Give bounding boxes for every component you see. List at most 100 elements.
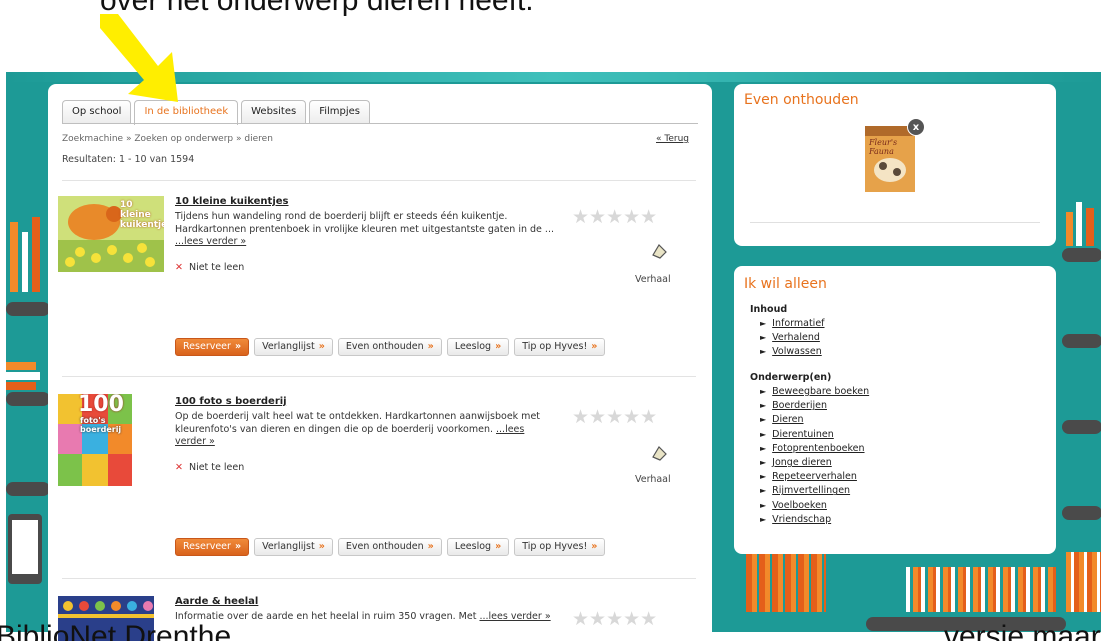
remember-button[interactable]: Even onthouden» [337, 538, 442, 556]
shelf [6, 482, 50, 496]
back-link[interactable]: « Terug [656, 134, 689, 144]
genre-label: Verhaal [635, 474, 671, 485]
wishlist-button[interactable]: Verlanglijst» [254, 338, 333, 356]
filter-item: ► Jonge dieren [760, 456, 869, 470]
filter-item: ► Voelboeken [760, 499, 869, 513]
remembered-book-thumbnail[interactable]: Fleur's Fauna [865, 126, 915, 192]
filter-list-inhoud: ► Informatief ► Verhalend ► Volwassen [760, 317, 825, 360]
filter-link-jonge-dieren[interactable]: Jonge dieren [772, 457, 832, 468]
filter-item: ► Dierentuinen [760, 428, 869, 442]
filter-link-vriendschap[interactable]: Vriendschap [772, 514, 831, 525]
readlog-button[interactable]: Leeslog» [446, 538, 510, 556]
book-spine [1066, 212, 1073, 246]
filter-link-dierentuinen[interactable]: Dierentuinen [772, 429, 834, 440]
item-description-text: Tijdens hun wandeling rond de boerderij … [175, 211, 554, 235]
filter-link-boerderijen[interactable]: Boerderijen [772, 400, 827, 411]
chevron-right-icon: ► [760, 333, 767, 343]
breadcrumb-separator: » [125, 134, 132, 144]
filter-panel: Ik wil alleen Inhoud ► Informatief ► Verha… [734, 266, 1056, 554]
remember-button[interactable]: Even onthouden» [337, 338, 442, 356]
filter-link-beweegbare-boeken[interactable]: Beweegbare boeken [772, 386, 869, 397]
filter-item: ► Boerderijen [760, 399, 869, 413]
filter-link-fotoprentenboeken[interactable]: Fotoprentenboeken [772, 443, 864, 454]
filter-link-informatief[interactable]: Informatief [772, 318, 824, 329]
breadcrumb-item-zoeken-op-onderwerp[interactable]: Zoeken op onderwerp [134, 134, 233, 144]
arrow-icon: » [427, 541, 434, 552]
rating-stars[interactable]: ★★★★★ [572, 406, 657, 428]
reserve-button[interactable]: Reserveer» [175, 338, 250, 356]
arrow-icon: » [234, 341, 242, 352]
read-more-link[interactable]: ...lees verder » [479, 611, 550, 622]
chevron-right-icon: ► [760, 500, 767, 510]
close-icon[interactable]: x [907, 118, 925, 136]
item-description: Informatie over de aarde en het heelal i… [175, 611, 555, 624]
arrow-icon: » [495, 541, 502, 552]
chevron-right-icon: ► [760, 514, 767, 524]
remember-label: Even onthouden [345, 541, 424, 552]
genre-label: Verhaal [635, 274, 671, 285]
tab-filmpjes[interactable]: Filmpjes [309, 100, 371, 124]
arrow-icon: » [318, 541, 325, 552]
filter-item: ► Repeteerverhalen [760, 470, 869, 484]
wishlist-label: Verlanglijst [262, 541, 315, 552]
chevron-right-icon: ► [760, 387, 767, 396]
item-divider [62, 180, 696, 181]
readlog-button[interactable]: Leeslog» [446, 338, 510, 356]
shelf [6, 392, 50, 406]
arrow-icon: » [427, 341, 434, 352]
book-cover[interactable]: 10 kleine kuikentjes [58, 196, 164, 272]
action-buttons: Reserveer» Verlanglijst» Even onthouden»… [175, 338, 610, 356]
item-description-text: Op de boerderij valt heel wat te ontdekk… [175, 411, 541, 435]
arrow-icon: » [495, 341, 502, 352]
shelf [1062, 420, 1101, 434]
item-title[interactable]: 10 kleine kuikentjes [175, 196, 289, 207]
book-cover-text: 10 kleine kuikentjes [120, 200, 164, 230]
filter-item: ► Vriendschap [760, 513, 869, 527]
breadcrumb-item-zoekmachine[interactable]: Zoekmachine [62, 134, 123, 144]
book-stack [6, 362, 36, 370]
filter-link-dieren[interactable]: Dieren [772, 414, 803, 425]
item-title[interactable]: 100 foto s boerderij [175, 396, 287, 407]
read-more-link[interactable]: ...lees verder » [175, 236, 246, 247]
book-spine [10, 222, 18, 292]
book-icon [650, 242, 668, 260]
filter-link-repeteerverhalen[interactable]: Repeteerverhalen [772, 471, 857, 482]
item-title[interactable]: Aarde & heelal [175, 596, 258, 607]
wishlist-label: Verlanglijst [262, 341, 315, 352]
shelf [1062, 334, 1101, 348]
filter-item: ► Verhalend [760, 331, 825, 345]
cross-icon: ✕ [175, 262, 183, 273]
filter-link-voelboeken[interactable]: Voelboeken [772, 500, 827, 511]
item-description: Op de boerderij valt heel wat te ontdekk… [175, 411, 555, 449]
filter-list-onderwerpen: ► Beweegbare boeken ► Boerderijen ► Dieren … [760, 385, 869, 527]
reserve-label: Reserveer [183, 341, 231, 352]
chevron-right-icon: ► [760, 486, 767, 496]
slide-caption-bottom-left: BiblioNet Drenthe [0, 620, 232, 641]
rating-stars[interactable]: ★★★★★ [572, 206, 657, 228]
arrow-icon: » [318, 341, 325, 352]
arrow-icon [100, 14, 178, 102]
tab-websites[interactable]: Websites [241, 100, 307, 124]
rating-stars[interactable]: ★★★★★ [572, 608, 657, 630]
arrow-icon: » [234, 541, 242, 552]
chevron-right-icon: ► [760, 319, 767, 328]
readlog-label: Leeslog [454, 541, 492, 552]
filter-link-rijmvertellingen[interactable]: Rijmvertellingen [772, 485, 850, 496]
remember-panel: Even onthouden Fleur's Fauna x [734, 84, 1056, 246]
reserve-button[interactable]: Reserveer» [175, 538, 250, 556]
filter-item: ► Informatief [760, 317, 825, 331]
shelf [1062, 248, 1101, 262]
hyves-tip-button[interactable]: Tip op Hyves!» [514, 338, 606, 356]
book-row [906, 567, 1056, 612]
filter-item: ► Fotoprentenboeken [760, 442, 869, 456]
filter-section-heading: Onderwerp(en) [750, 372, 832, 383]
book-spine [1076, 202, 1082, 246]
hyves-tip-button[interactable]: Tip op Hyves!» [514, 538, 606, 556]
filter-link-volwassen[interactable]: Volwassen [772, 346, 822, 357]
filter-link-verhalend[interactable]: Verhalend [772, 332, 820, 343]
wishlist-button[interactable]: Verlanglijst» [254, 538, 333, 556]
item-description: Tijdens hun wandeling rond de boerderij … [175, 211, 555, 249]
book-cover[interactable]: 100 foto's boerderij [58, 394, 132, 486]
results-panel: Op school In de bibliotheek Websites Fil… [48, 84, 712, 641]
chevron-right-icon: ► [760, 415, 767, 425]
